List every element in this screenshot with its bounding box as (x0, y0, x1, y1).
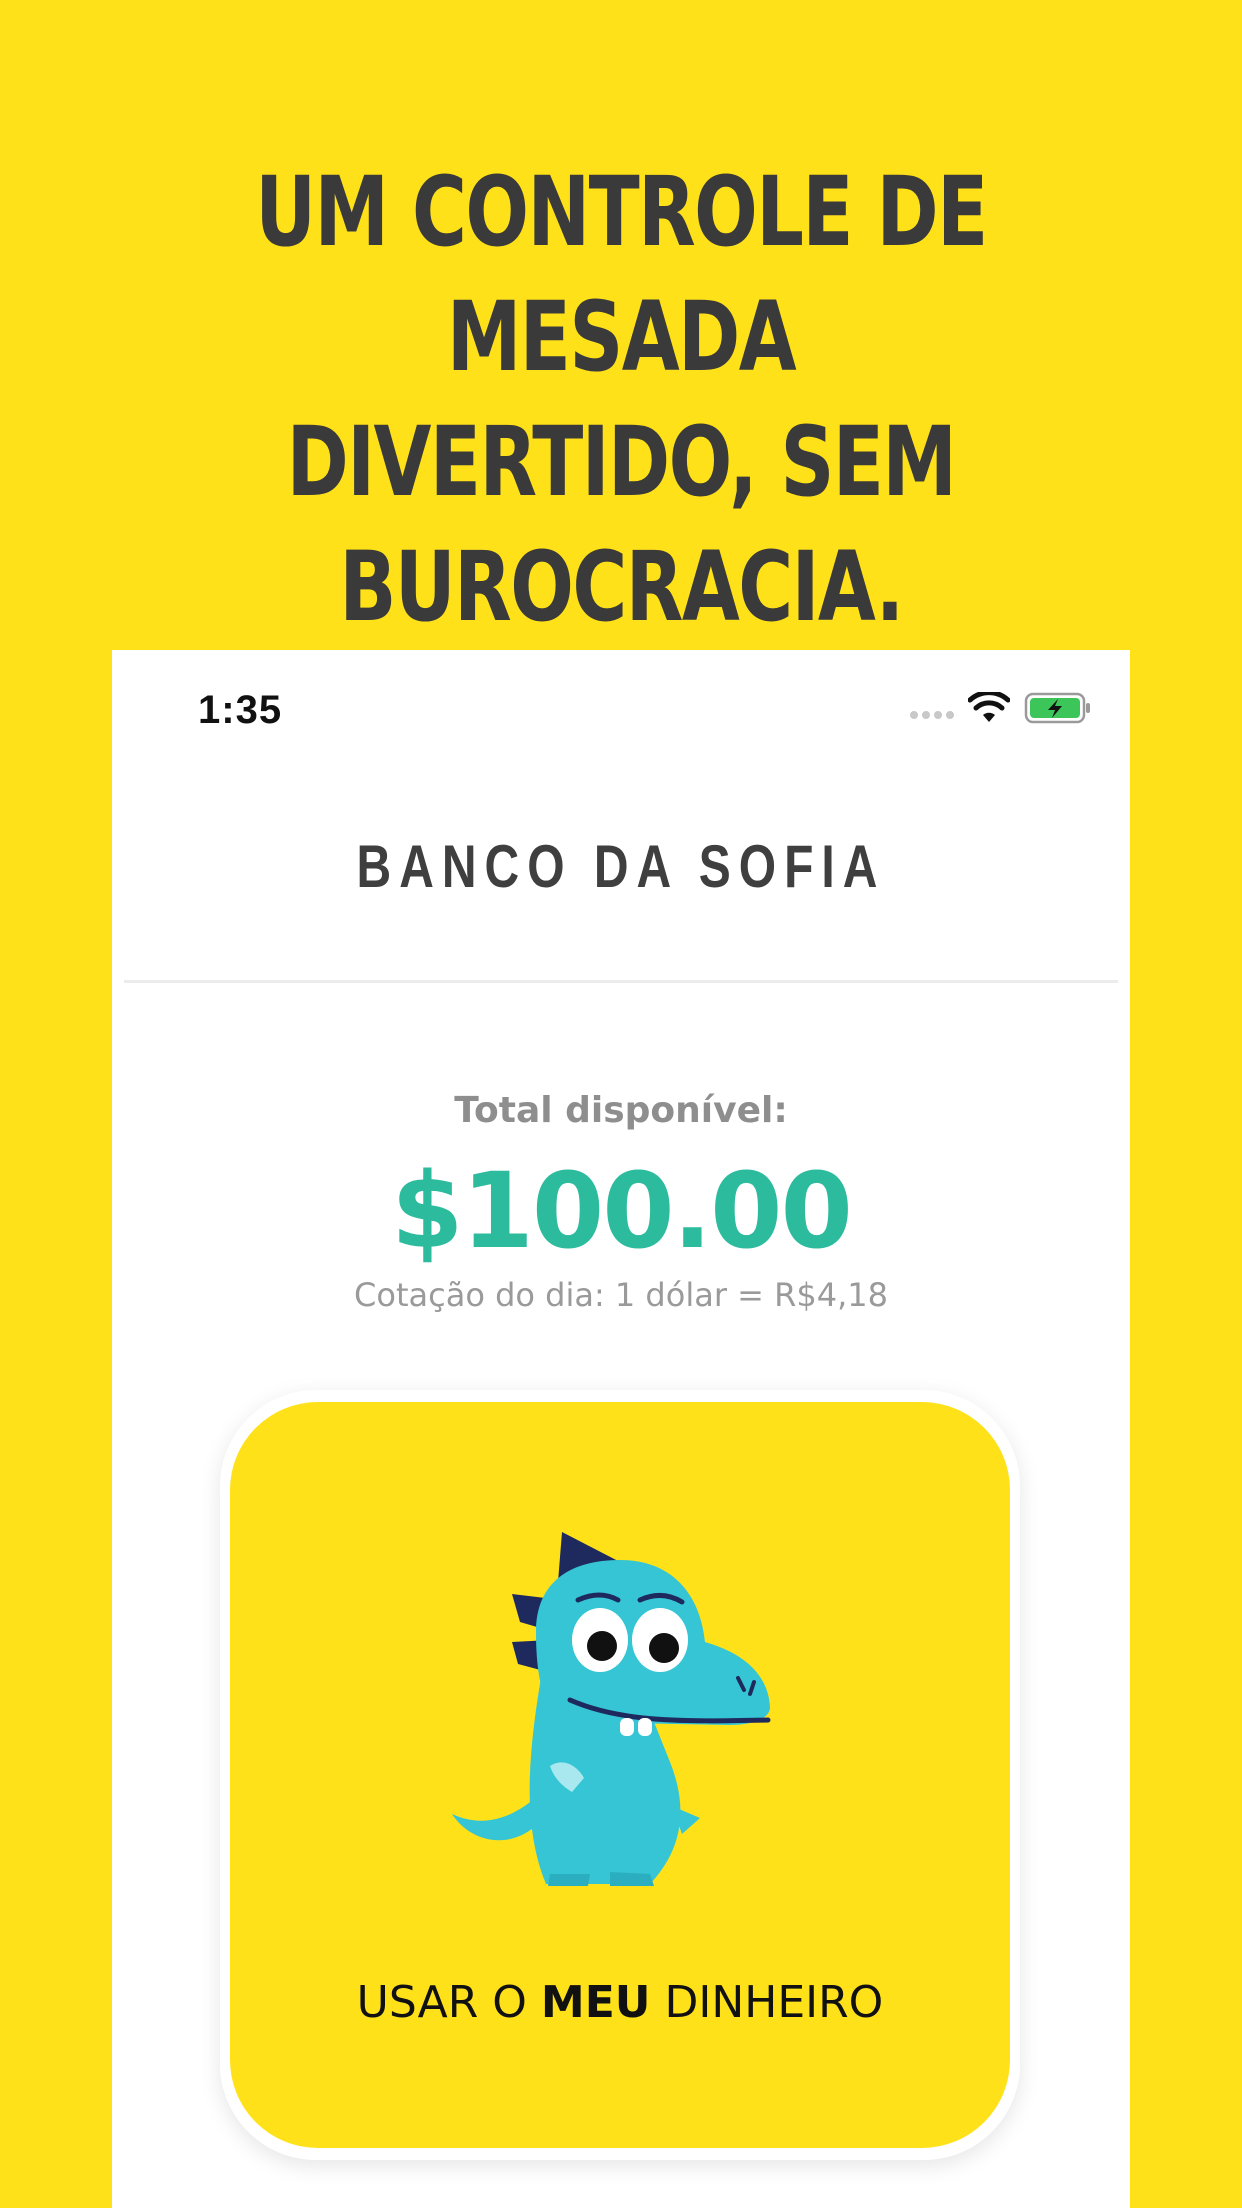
use-my-money-button[interactable]: USAR O MEU DINHEIRO (230, 1402, 1010, 2148)
promo-headline: UM CONTROLE DE MESADA DIVERTIDO, SEM BUR… (137, 150, 1106, 650)
total-available-label: Total disponível: (454, 1090, 788, 1131)
bank-title: BANCO DA SOFIA (356, 833, 886, 900)
exchange-rate-text: Cotação do dia: 1 dólar = R$4,18 (354, 1276, 888, 1314)
status-icons (910, 692, 1092, 724)
headline-line-2: DIVERTIDO, SEM (286, 406, 957, 518)
dinosaur-mascot-icon (452, 1532, 771, 1886)
headline-line-1: UM CONTROLE DE MESADA (255, 156, 988, 393)
battery-charging-icon (1024, 692, 1090, 724)
card-label-post: DINHEIRO (650, 1977, 884, 2028)
total-available-amount: $100.00 (391, 1150, 853, 1272)
card-label-bold: MEU (540, 1977, 651, 2028)
header-divider (124, 980, 1118, 983)
use-money-card-frame: USAR O MEU DINHEIRO (220, 1390, 1020, 2160)
headline-line-3: BUROCRACIA. (339, 531, 904, 643)
status-time: 1:35 (198, 688, 283, 732)
card-label-pre: USAR O (356, 1977, 541, 2028)
phone-screen: 1:35 BANCO DA SOFIA Total disponível: $1… (112, 650, 1130, 2208)
wifi-icon (968, 692, 1010, 722)
signal-dots-icon (910, 711, 954, 719)
use-my-money-label: USAR O MEU DINHEIRO (230, 1977, 1010, 2028)
